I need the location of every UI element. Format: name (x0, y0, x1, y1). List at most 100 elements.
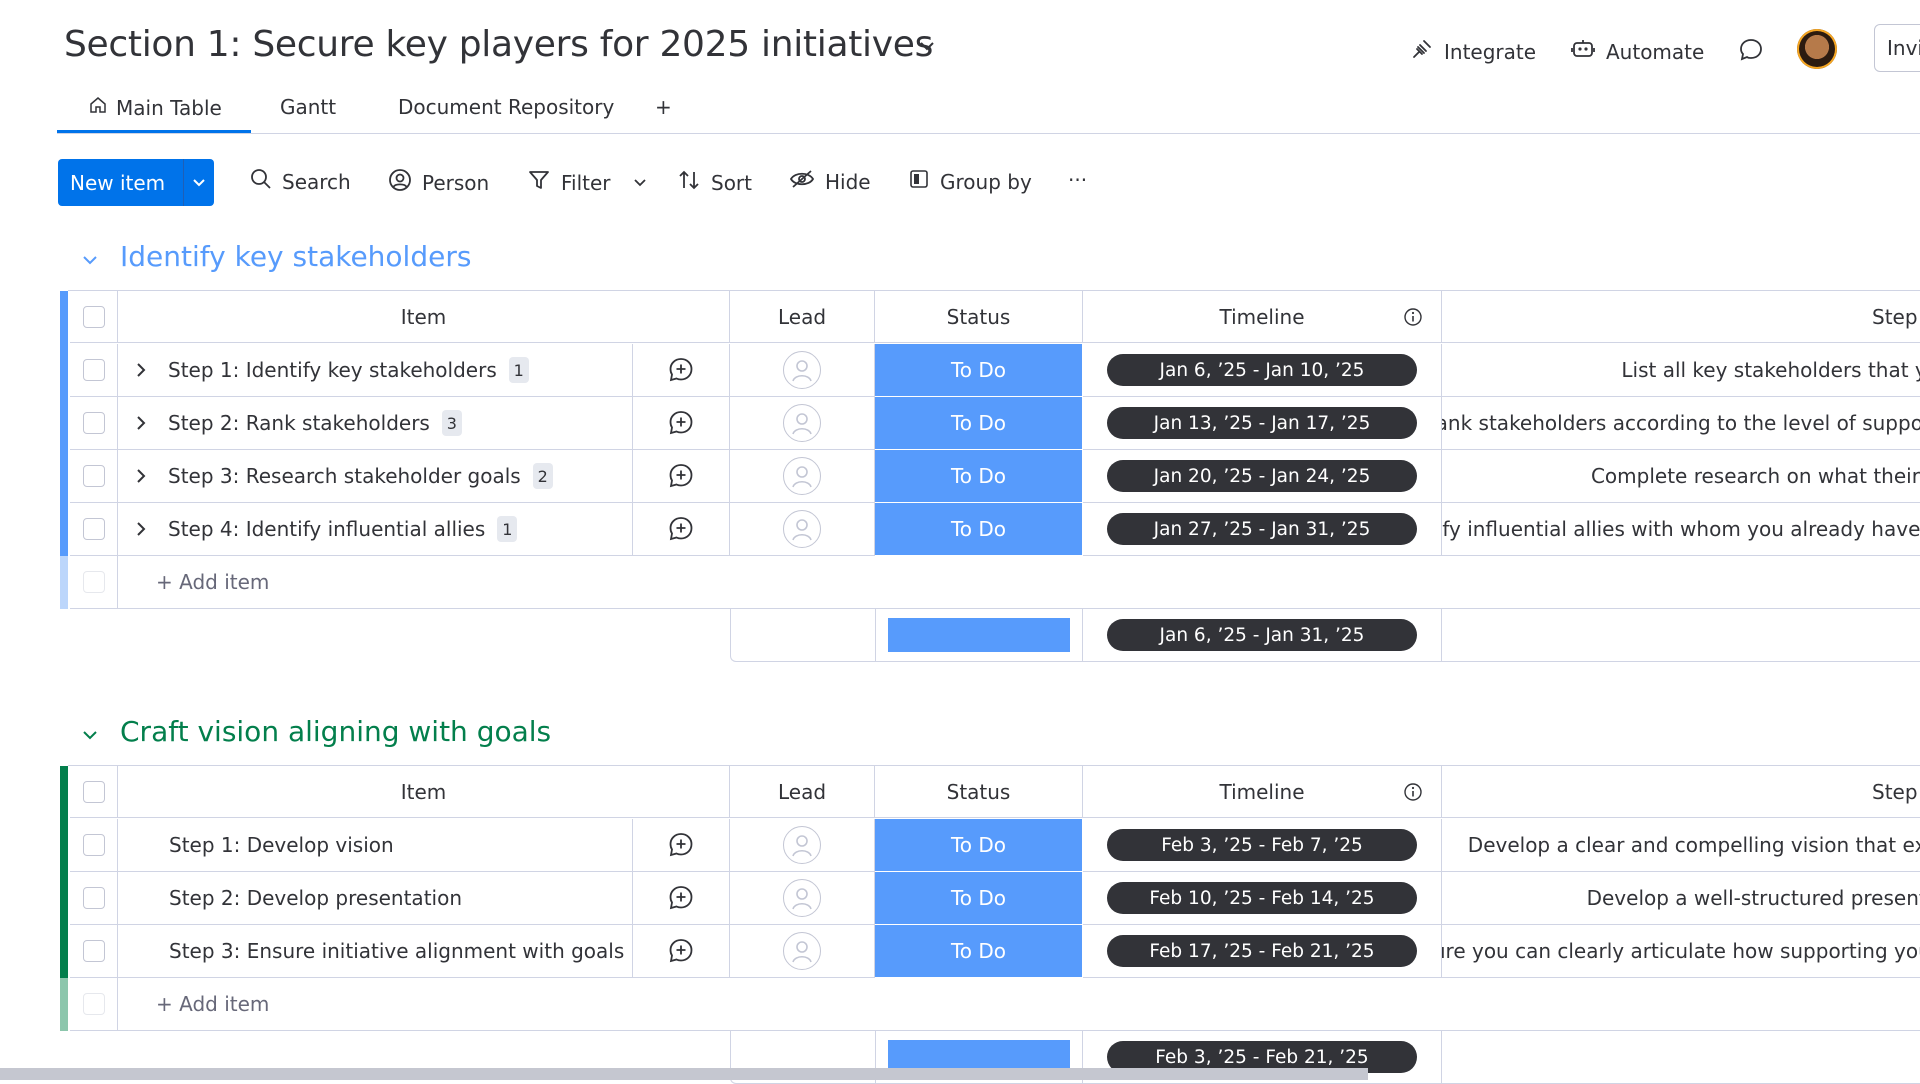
timeline-cell[interactable]: Feb 10, ’25 - Feb 14, ’25 (1083, 872, 1442, 925)
empty-person-avatar[interactable] (783, 457, 821, 495)
empty-person-avatar[interactable] (783, 404, 821, 442)
avatar[interactable] (1797, 29, 1837, 69)
add-update-cell[interactable] (633, 925, 730, 978)
step-description-cell[interactable]: Complete research on what their g (1442, 450, 1920, 503)
status-cell[interactable]: To Do (875, 344, 1083, 397)
empty-person-avatar[interactable] (783, 826, 821, 864)
column-header-status[interactable]: Status (875, 766, 1083, 818)
horizontal-scrollbar[interactable] (0, 1068, 1368, 1080)
add-update-icon[interactable] (667, 515, 695, 543)
lead-cell[interactable] (730, 872, 875, 925)
more-options-button[interactable]: ··· (1068, 168, 1087, 192)
subitems-count-badge[interactable]: 1 (497, 516, 518, 542)
tab-main-table[interactable]: Main Table (88, 95, 222, 120)
item-name[interactable]: Step 1: Develop vision (169, 833, 394, 857)
timeline-cell[interactable]: Jan 13, ’25 - Jan 17, ’25 (1083, 397, 1442, 450)
select-all-checkbox[interactable] (82, 780, 105, 803)
status-cell[interactable]: To Do (875, 503, 1083, 556)
group-title[interactable]: Identify key stakeholders (120, 240, 471, 273)
lead-cell[interactable] (730, 344, 875, 397)
status-cell[interactable]: To Do (875, 450, 1083, 503)
filter-button[interactable]: Filter (527, 168, 647, 197)
subitems-count-badge[interactable]: 1 (508, 357, 529, 383)
info-icon[interactable] (1403, 307, 1423, 327)
timeline-summary-pill[interactable]: Jan 6, ’25 - Jan 31, ’25 (1107, 619, 1417, 651)
select-all-checkbox[interactable] (82, 305, 105, 328)
timeline-pill[interactable]: Jan 13, ’25 - Jan 17, ’25 (1107, 407, 1417, 439)
invite-button[interactable]: Invi (1874, 24, 1920, 72)
add-view-button[interactable]: + (655, 95, 672, 119)
step-description-cell[interactable]: List all key stakeholders that yo (1442, 344, 1920, 397)
row-checkbox[interactable] (82, 834, 105, 856)
column-header-status[interactable]: Status (875, 291, 1083, 343)
row-checkbox[interactable] (82, 518, 105, 540)
status-cell[interactable]: To Do (875, 819, 1083, 872)
row-checkbox[interactable] (82, 940, 105, 962)
item-name-cell[interactable]: Step 2: Develop presentation (118, 872, 633, 925)
tab-document-repository[interactable]: Document Repository (398, 95, 614, 119)
column-header-item[interactable]: Item (118, 766, 730, 818)
item-name-cell[interactable]: Step 1: Develop vision (118, 819, 633, 872)
group-title[interactable]: Craft vision aligning with goals (120, 715, 551, 748)
item-name[interactable]: Step 1: Identify key stakeholders (168, 358, 497, 382)
item-name[interactable]: Step 3: Research stakeholder goals (168, 464, 521, 488)
timeline-cell[interactable]: Feb 17, ’25 - Feb 21, ’25 (1083, 925, 1442, 978)
column-header-lead[interactable]: Lead (730, 766, 875, 818)
title-chevron-down-icon[interactable] (918, 37, 936, 59)
empty-person-avatar[interactable] (783, 510, 821, 548)
integrate-button[interactable]: Integrate (1410, 37, 1536, 66)
add-update-cell[interactable] (633, 872, 730, 925)
expand-subitems-chevron-icon[interactable] (134, 521, 148, 537)
lead-cell[interactable] (730, 925, 875, 978)
add-update-icon[interactable] (667, 831, 695, 859)
add-update-icon[interactable] (667, 937, 695, 965)
timeline-pill[interactable]: Feb 10, ’25 - Feb 14, ’25 (1107, 882, 1417, 914)
column-header-step[interactable]: Step (1442, 766, 1920, 818)
add-update-cell[interactable] (633, 819, 730, 872)
timeline-cell[interactable]: Jan 27, ’25 - Jan 31, ’25 (1083, 503, 1442, 556)
row-checkbox[interactable] (82, 465, 105, 487)
add-item-row[interactable]: + Add item (118, 556, 1920, 609)
expand-subitems-chevron-icon[interactable] (134, 362, 148, 378)
status-cell[interactable]: To Do (875, 397, 1083, 450)
info-icon[interactable] (1403, 782, 1423, 802)
column-header-timeline[interactable]: Timeline (1083, 766, 1442, 818)
row-checkbox[interactable] (82, 412, 105, 434)
lead-cell[interactable] (730, 397, 875, 450)
timeline-cell[interactable]: Feb 3, ’25 - Feb 7, ’25 (1083, 819, 1442, 872)
timeline-pill[interactable]: Jan 27, ’25 - Jan 31, ’25 (1107, 513, 1417, 545)
timeline-pill[interactable]: Feb 3, ’25 - Feb 7, ’25 (1107, 829, 1417, 861)
timeline-cell[interactable]: Jan 20, ’25 - Jan 24, ’25 (1083, 450, 1442, 503)
group-by-button[interactable]: Group by (908, 168, 1032, 195)
step-description-cell[interactable]: Be sure you can clearly articulate how s… (1442, 925, 1920, 978)
empty-person-avatar[interactable] (783, 351, 821, 389)
timeline-pill[interactable]: Feb 17, ’25 - Feb 21, ’25 (1107, 935, 1417, 967)
item-name-cell[interactable]: Step 3: Research stakeholder goals 2 (118, 450, 633, 503)
item-name[interactable]: Step 3: Ensure initiative alignment with… (169, 939, 624, 963)
timeline-pill[interactable]: Jan 6, ’25 - Jan 10, ’25 (1107, 354, 1417, 386)
chat-bubble-icon[interactable] (1738, 37, 1764, 67)
empty-person-avatar[interactable] (783, 932, 821, 970)
row-checkbox[interactable] (82, 359, 105, 381)
filter-chevron-down-icon[interactable] (633, 171, 647, 195)
sort-button[interactable]: Sort (677, 168, 752, 197)
status-cell[interactable]: To Do (875, 872, 1083, 925)
add-update-icon[interactable] (667, 462, 695, 490)
add-item-row[interactable]: + Add item (118, 978, 1920, 1031)
lead-cell[interactable] (730, 450, 875, 503)
new-item-button[interactable]: New item (58, 159, 214, 206)
lead-cell[interactable] (730, 503, 875, 556)
subitems-count-badge[interactable]: 2 (532, 463, 553, 489)
column-header-step[interactable]: Step (1442, 291, 1920, 343)
step-description-cell[interactable]: Identify influential allies with whom yo… (1442, 503, 1920, 556)
subitems-count-badge[interactable]: 3 (441, 410, 462, 436)
item-name[interactable]: Step 2: Rank stakeholders (168, 411, 430, 435)
group-collapse-chevron-icon[interactable] (80, 250, 100, 274)
expand-subitems-chevron-icon[interactable] (134, 415, 148, 431)
status-summary-bar[interactable] (888, 618, 1070, 652)
tab-gantt[interactable]: Gantt (280, 95, 336, 119)
page-title[interactable]: Section 1: Secure key players for 2025 i… (64, 24, 933, 65)
add-update-icon[interactable] (667, 356, 695, 384)
item-name-cell[interactable]: Step 2: Rank stakeholders 3 (118, 397, 633, 450)
add-update-icon[interactable] (667, 409, 695, 437)
